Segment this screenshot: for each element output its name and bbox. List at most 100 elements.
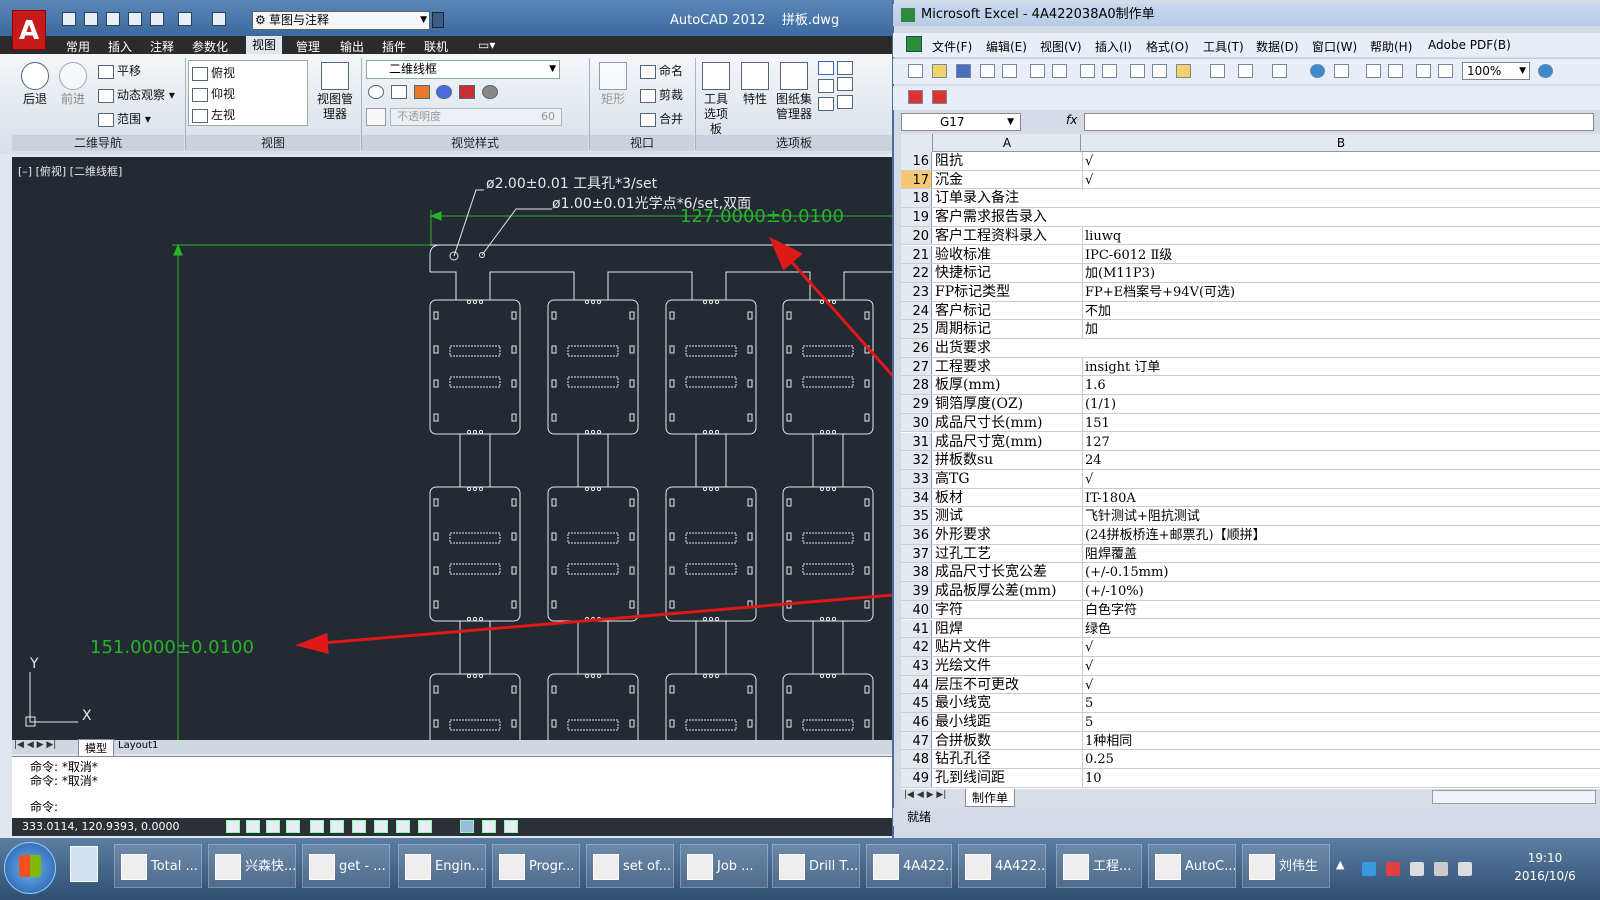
viewport-label[interactable]: [–] [俯视] [二维线框] xyxy=(18,163,122,179)
taskbar-item[interactable]: set of... xyxy=(586,844,674,888)
menu-view[interactable]: 视图(V) xyxy=(1040,38,1082,55)
row-header[interactable]: 33 xyxy=(901,469,932,488)
cell-b[interactable]: √ xyxy=(1082,638,1093,658)
tab-model[interactable]: 模型 xyxy=(78,739,114,757)
paste-icon[interactable] xyxy=(1176,64,1191,78)
row-header[interactable]: 36 xyxy=(901,526,932,544)
redo-icon[interactable] xyxy=(1272,64,1287,78)
cell-a[interactable]: 过孔工艺 xyxy=(935,545,991,564)
cell-b[interactable]: √ xyxy=(1082,170,1093,190)
worksheet-grid[interactable]: 16 阻抗 √ 17 沉金 √ 18 订单录入备注 19 客户需求报告录入 20 客户工程资料录入 li… xyxy=(901,152,1600,789)
chart-wizard-icon[interactable] xyxy=(1416,64,1431,78)
zoom-select[interactable]: 100% ▼ xyxy=(1462,62,1530,80)
cell-a[interactable]: 快捷标记 xyxy=(935,264,991,283)
row-header[interactable]: 22 xyxy=(901,264,932,282)
menu-tools[interactable]: 工具(T) xyxy=(1203,38,1244,55)
row-header[interactable]: 16 xyxy=(901,152,932,170)
cell-a[interactable]: 最小线宽 xyxy=(935,694,991,713)
print-icon[interactable] xyxy=(150,12,164,26)
tpy-icon[interactable] xyxy=(418,820,432,833)
cell-b[interactable]: 5 xyxy=(1082,694,1093,714)
command-prompt[interactable]: 命令: xyxy=(30,798,58,815)
save-icon[interactable] xyxy=(106,12,120,26)
tab-output[interactable]: 输出 xyxy=(340,38,364,55)
cell-a[interactable]: 客户需求报告录入 xyxy=(935,208,1047,227)
table-row[interactable]: 43 光绘文件 √ xyxy=(901,656,1600,676)
row-header[interactable]: 42 xyxy=(901,638,932,656)
tab-online[interactable]: 联机 xyxy=(424,38,448,55)
fx-icon[interactable]: fx xyxy=(1066,113,1077,127)
cell-b[interactable]: 加(M11P3) xyxy=(1082,264,1155,284)
cell-a[interactable]: 测试 xyxy=(935,507,963,526)
workbook-icon[interactable] xyxy=(906,36,922,52)
table-row[interactable]: 49 孔到线间距 10 xyxy=(901,769,1600,789)
row-header[interactable]: 46 xyxy=(901,713,932,731)
qat-dropdown[interactable] xyxy=(432,12,444,28)
view-top-item[interactable]: 俯视 xyxy=(192,64,235,81)
cell-a[interactable]: 客户标记 xyxy=(935,302,991,321)
tool-palettes-button[interactable]: 工具选项板 xyxy=(698,62,734,137)
menu-format[interactable]: 格式(O) xyxy=(1146,38,1189,55)
table-row[interactable]: 37 过孔工艺 阻焊覆盖 xyxy=(901,544,1600,564)
tab-view[interactable]: 视图 xyxy=(246,36,283,54)
table-row[interactable]: 25 周期标记 加 xyxy=(901,320,1600,340)
taskbar-item[interactable]: get - ... xyxy=(302,844,390,888)
cell-b[interactable]: IT-180A xyxy=(1082,488,1136,508)
sheet-tab[interactable]: 制作单 xyxy=(965,789,1016,807)
table-row[interactable]: 46 最小线距 5 xyxy=(901,713,1600,732)
cell-a[interactable]: 层压不可更改 xyxy=(935,676,1019,695)
lwt-icon[interactable] xyxy=(396,820,410,833)
column-header-a[interactable]: A xyxy=(934,134,1081,152)
row-header[interactable]: 44 xyxy=(901,675,932,694)
autosum-icon[interactable] xyxy=(1334,64,1349,78)
table-row[interactable]: 22 快捷标记 加(M11P3) xyxy=(901,264,1600,284)
column-header-b[interactable]: B xyxy=(1082,134,1600,152)
table-row[interactable]: 30 成品尺寸长(mm) 151 xyxy=(901,413,1600,433)
cell-b[interactable]: (+/-10%) xyxy=(1082,582,1144,602)
spelling-icon[interactable] xyxy=(1080,64,1095,78)
cell-a[interactable]: 铜箔厚度(OZ) xyxy=(935,395,1023,414)
cell-b[interactable]: √ xyxy=(1082,152,1093,171)
workspace-select[interactable]: ⚙ 草图与注释 ▼ xyxy=(252,11,430,30)
row-header[interactable]: 37 xyxy=(901,544,932,563)
new-icon[interactable] xyxy=(908,64,923,78)
cell-b[interactable]: 151 xyxy=(1082,413,1110,433)
flag-tray-icon[interactable] xyxy=(1410,862,1424,876)
save-icon[interactable] xyxy=(956,64,971,78)
table-row[interactable]: 24 客户标记 不加 xyxy=(901,301,1600,321)
taskbar-item[interactable]: 刘伟生 xyxy=(1242,844,1330,888)
command-window[interactable] xyxy=(12,756,892,818)
cell-a[interactable]: 验收标准 xyxy=(935,246,991,265)
print-preview-icon[interactable] xyxy=(1052,64,1067,78)
redo-icon[interactable] xyxy=(212,12,226,26)
cell-b[interactable]: 阻焊覆盖 xyxy=(1082,544,1137,564)
menu-window[interactable]: 窗口(W) xyxy=(1312,38,1357,55)
qp-icon[interactable] xyxy=(460,820,474,833)
palette-small-tools[interactable] xyxy=(818,60,870,126)
menu-file[interactable]: 文件(F) xyxy=(932,38,972,55)
table-row[interactable]: 27 工程要求 insight 订单 xyxy=(901,357,1600,377)
table-row[interactable]: 23 FP标记类型 FP+E档案号+94V(可选) xyxy=(901,282,1600,302)
antivirus-tray-icon[interactable] xyxy=(1386,862,1400,876)
cell-a[interactable]: 成品尺寸长宽公差 xyxy=(935,563,1047,582)
row-header[interactable]: 25 xyxy=(901,320,932,338)
cell-b[interactable]: 不加 xyxy=(1082,301,1111,321)
table-row[interactable]: 44 层压不可更改 √ xyxy=(901,675,1600,695)
cell-b[interactable]: 127 xyxy=(1082,432,1110,452)
dyn-icon[interactable] xyxy=(374,820,388,833)
taskbar-item[interactable]: Progr... xyxy=(492,844,580,888)
cell-a[interactable]: 孔到线间距 xyxy=(935,769,1005,788)
table-row[interactable]: 18 订单录入备注 xyxy=(901,189,1600,209)
xray-icon[interactable] xyxy=(366,108,386,126)
row-header[interactable]: 28 xyxy=(901,376,932,395)
extents-button[interactable]: 范围 ▾ xyxy=(98,110,151,127)
visual-style-select[interactable]: 二维线框 ▼ xyxy=(366,60,560,79)
format-painter-icon[interactable] xyxy=(1210,64,1225,78)
taskbar-item[interactable]: 兴森快... xyxy=(208,844,296,888)
display-tray-icon[interactable] xyxy=(1434,862,1448,876)
cell-a[interactable]: 订单录入备注 xyxy=(935,189,1019,208)
cell-b[interactable]: √ xyxy=(1082,675,1093,695)
row-header[interactable]: 34 xyxy=(901,488,932,507)
network-tray-icon[interactable] xyxy=(1362,862,1376,876)
model-space-icon[interactable] xyxy=(504,820,518,833)
